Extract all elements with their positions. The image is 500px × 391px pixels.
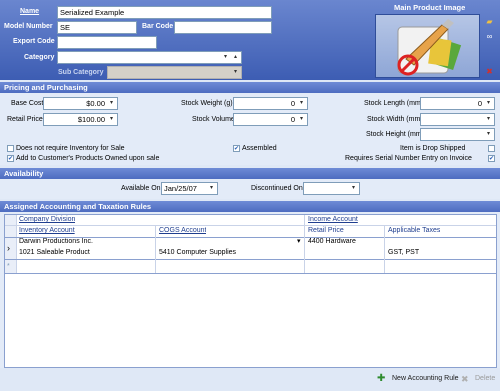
header-income-account[interactable]: Income Account bbox=[306, 215, 358, 225]
stock-volume-label: Stock Volume bbox=[192, 116, 235, 123]
accounting-section-header: Assigned Accounting and Taxation Rules bbox=[0, 201, 500, 212]
category-combo[interactable]: ▾ ▴ bbox=[57, 51, 242, 64]
category-label: Category bbox=[24, 54, 55, 61]
header-company-division[interactable]: Company Division bbox=[17, 215, 75, 225]
sub-category-combo[interactable]: ▾ bbox=[107, 66, 242, 79]
no-inventory-checkbox[interactable] bbox=[7, 145, 14, 152]
stock-length-label: Stock Length (mm) bbox=[364, 100, 424, 107]
name-input[interactable]: Serialized Example bbox=[57, 6, 272, 19]
chevron-up-icon[interactable]: ▴ bbox=[231, 53, 240, 62]
delete-label: Delete bbox=[475, 375, 496, 382]
chevron-down-icon[interactable]: ▾ bbox=[207, 184, 216, 193]
pricing-section-header: Pricing and Purchasing bbox=[0, 82, 500, 93]
discontinued-on-picker[interactable]: ▾ bbox=[303, 182, 360, 195]
add-owned-checkbox[interactable]: ✔ bbox=[7, 155, 14, 162]
stock-weight-label: Stock Weight (g) bbox=[181, 100, 233, 107]
header-cogs-account[interactable]: COGS Account bbox=[157, 226, 206, 236]
retail-price-input[interactable]: $100.00 ▾ bbox=[43, 113, 118, 126]
model-number-input[interactable]: SE bbox=[57, 21, 137, 34]
available-on-label: Available On bbox=[121, 185, 161, 192]
cell-cogs-account[interactable]: 5410 Computer Supplies bbox=[157, 248, 236, 258]
stock-volume-value: 0 bbox=[290, 115, 295, 124]
stock-width-label: Stock Width (mm) bbox=[367, 116, 423, 123]
product-image[interactable] bbox=[375, 14, 480, 78]
chevron-down-icon[interactable]: ▾ bbox=[107, 115, 116, 124]
stock-length-input[interactable]: 0 ▾ bbox=[420, 97, 495, 110]
add-owned-label: Add to Customer's Products Owned upon sa… bbox=[16, 155, 160, 162]
export-code-label: Export Code bbox=[13, 38, 55, 45]
export-code-input[interactable] bbox=[57, 36, 157, 49]
add-rule-icon: ✚ bbox=[377, 373, 386, 384]
header-applicable-taxes: Applicable Taxes bbox=[388, 227, 441, 234]
chevron-down-icon[interactable]: ▾ bbox=[484, 115, 493, 124]
chevron-down-icon[interactable]: ▾ bbox=[297, 99, 306, 108]
chevron-down-icon[interactable]: ▾ bbox=[484, 130, 493, 139]
stock-height-input[interactable]: ▾ bbox=[420, 128, 495, 141]
no-inventory-label: Does not require Inventory for Sale bbox=[16, 145, 125, 152]
availability-panel bbox=[0, 179, 500, 199]
delete-button[interactable]: ✖ Delete bbox=[461, 372, 497, 386]
cell-income-account[interactable]: 4400 Hardware bbox=[306, 237, 356, 247]
stock-width-input[interactable]: ▾ bbox=[420, 113, 495, 126]
bar-code-label: Bar Code bbox=[142, 23, 174, 30]
header-retail-price: Retail Price bbox=[308, 227, 344, 234]
delete-icon[interactable]: ✖ bbox=[485, 67, 494, 76]
available-on-value: Jan/25/07 bbox=[164, 184, 197, 193]
sub-category-label: Sub Category bbox=[58, 69, 104, 76]
chevron-down-icon[interactable]: ▾ bbox=[349, 184, 358, 193]
serial-checkbox[interactable]: ✔ bbox=[488, 155, 495, 162]
stock-height-label: Stock Height (mm) bbox=[366, 131, 424, 138]
available-on-picker[interactable]: Jan/25/07 ▾ bbox=[161, 182, 218, 195]
paint-palette-icon bbox=[397, 19, 462, 76]
base-cost-value: $0.00 bbox=[86, 99, 105, 108]
availability-section-header: Availability bbox=[0, 168, 500, 179]
chevron-down-icon[interactable]: ▾ bbox=[231, 68, 240, 77]
base-cost-label: Base Cost bbox=[11, 100, 44, 107]
assembled-label: Assembled bbox=[242, 145, 277, 152]
stock-weight-value: 0 bbox=[290, 99, 295, 108]
cell-company-division[interactable]: Darwin Productions Inc. bbox=[17, 237, 305, 247]
drop-shipped-label: Item is Drop Shipped bbox=[400, 145, 466, 152]
accounting-grid[interactable]: Company Division Income Account Inventor… bbox=[4, 214, 497, 368]
link-icon[interactable]: ∞ bbox=[485, 32, 494, 41]
model-number-label: Model Number bbox=[4, 23, 53, 30]
retail-price-value: $100.00 bbox=[77, 115, 105, 124]
chevron-down-icon[interactable]: ▾ bbox=[107, 99, 116, 108]
stock-length-value: 0 bbox=[477, 99, 482, 108]
drop-shipped-checkbox[interactable] bbox=[488, 145, 495, 152]
stock-weight-input[interactable]: 0 ▾ bbox=[233, 97, 308, 110]
chevron-down-icon[interactable]: ▾ bbox=[221, 53, 230, 62]
folder-open-icon[interactable]: ▰ bbox=[485, 17, 494, 26]
serial-label: Requires Serial Number Entry on Invoice bbox=[345, 155, 472, 162]
assembled-checkbox[interactable]: ✔ bbox=[233, 145, 240, 152]
chevron-down-icon[interactable]: ▾ bbox=[295, 237, 301, 247]
chevron-down-icon[interactable]: ▾ bbox=[484, 99, 493, 108]
header-inventory-account[interactable]: Inventory Account bbox=[17, 226, 75, 236]
current-row-marker: › bbox=[7, 243, 10, 253]
cell-applicable-taxes[interactable]: GST, PST bbox=[386, 248, 419, 258]
new-row-marker: * bbox=[7, 263, 10, 270]
chevron-down-icon[interactable]: ▾ bbox=[297, 115, 306, 124]
bar-code-input[interactable] bbox=[174, 21, 272, 34]
base-cost-input[interactable]: $0.00 ▾ bbox=[43, 97, 118, 110]
delete-icon: ✖ bbox=[461, 374, 469, 384]
new-accounting-rule-label: New Accounting Rule bbox=[392, 375, 459, 382]
name-label: Name bbox=[20, 8, 40, 15]
new-accounting-rule-button[interactable]: ✚ New Accounting Rule bbox=[377, 372, 459, 386]
retail-price-label: Retail Price bbox=[7, 116, 43, 123]
cell-inventory-account[interactable]: 1021 Saleable Product bbox=[17, 248, 90, 258]
discontinued-on-label: Discontinued On bbox=[251, 185, 303, 192]
stock-volume-input[interactable]: 0 ▾ bbox=[233, 113, 308, 126]
image-title: Main Product Image bbox=[394, 3, 466, 12]
